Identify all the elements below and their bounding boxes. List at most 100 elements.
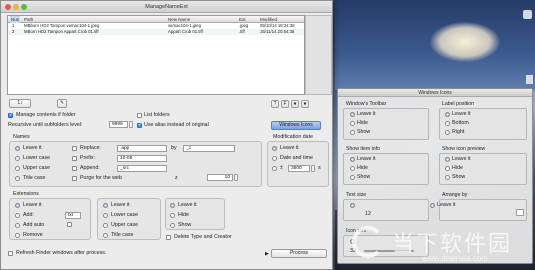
names-leave-radio[interactable] [15, 146, 20, 151]
labelpos-leave-radio[interactable] [445, 112, 450, 117]
ext-vis-show-radio[interactable] [170, 223, 175, 228]
add-remove-button[interactable]: 1↕ [9, 99, 31, 108]
paint-icon[interactable]: ✎ [57, 99, 67, 108]
windows-icons-button[interactable]: Windows Icons [271, 121, 321, 130]
names-title-radio[interactable] [15, 176, 20, 181]
col-modified[interactable]: Modified [260, 16, 277, 23]
ext-case-title-label: Title case [111, 232, 134, 238]
text-size-value: 12 [365, 211, 371, 217]
toolbar-leave-radio[interactable] [350, 112, 355, 117]
preview-leave-radio[interactable] [445, 157, 450, 162]
mod-seconds-stepper[interactable] [311, 165, 315, 172]
star-icon[interactable]: ★ [291, 100, 299, 108]
zoom-icon[interactable] [21, 4, 27, 10]
prefix-label: Prefix: [80, 155, 96, 161]
toolbar-leave-label: Leave it [357, 111, 376, 117]
ext-addauto-checkbox[interactable] [67, 222, 72, 227]
preview-hide-label: Hide [452, 165, 463, 171]
cell-modified: 15/11/14 20:54:38 [260, 29, 295, 34]
file-table[interactable]: Nun Path New Name Ext Modified 1 MBborn … [7, 15, 305, 95]
replace-label: Replace: [80, 145, 101, 151]
col-nun[interactable]: Nun [10, 16, 21, 23]
ext-case-title-radio[interactable] [103, 233, 108, 238]
use-alias-checkbox[interactable] [137, 122, 142, 128]
main-window: ManageNameExt Nun Path New Name Ext Modi… [0, 0, 333, 270]
process-button[interactable]: Process [271, 249, 327, 258]
names-lower-label: Lower case [23, 155, 51, 161]
replace-field[interactable]: .app [117, 145, 167, 152]
f-button[interactable]: F [281, 100, 289, 108]
append-field[interactable]: _src [117, 165, 167, 172]
labelpos-right-label: Right [452, 129, 465, 135]
cell-ext: .tiff [239, 29, 245, 34]
toolbar-hide-label: Hide [357, 120, 368, 126]
star-icon-2[interactable]: ★ [301, 100, 309, 108]
col-path[interactable]: Path [24, 16, 33, 23]
preview-show-radio[interactable] [445, 175, 450, 180]
modification-title: Modification date [273, 134, 314, 140]
append-checkbox[interactable] [72, 166, 77, 171]
desktop-drive-icon[interactable] [523, 10, 532, 19]
labelpos-right-radio[interactable] [445, 130, 450, 135]
recursive-level-field[interactable]: 9999 [109, 121, 128, 128]
extensions-box [9, 198, 91, 240]
preview-hide-radio[interactable] [445, 166, 450, 171]
close-icon[interactable] [5, 4, 11, 10]
help-icon[interactable]: ? [271, 100, 279, 108]
col-ext[interactable]: Ext [239, 16, 246, 23]
list-folders-checkbox[interactable] [137, 113, 142, 118]
ext-case-lower-radio[interactable] [103, 213, 108, 218]
preview-leave-label: Leave it [452, 156, 471, 162]
prefix-field[interactable]: 10-08 [117, 155, 167, 162]
textsize-leave-radio[interactable] [350, 203, 355, 208]
main-titlebar[interactable]: ManageNameExt [1, 1, 332, 13]
mod-seconds-field[interactable]: 3600 [288, 165, 310, 172]
manage-contents-checkbox[interactable] [8, 112, 13, 118]
ext-addauto-radio[interactable] [15, 223, 20, 228]
refresh-finder-checkbox[interactable] [8, 251, 13, 256]
prefix-checkbox[interactable] [72, 156, 77, 161]
toolbar-show-radio[interactable] [350, 130, 355, 135]
iteminfo-leave-radio[interactable] [350, 157, 355, 162]
labelpos-bottom-radio[interactable] [445, 121, 450, 126]
ext-case-upper-radio[interactable] [103, 223, 108, 228]
ext-case-leave-radio[interactable] [103, 203, 108, 208]
arrange-popup[interactable] [516, 209, 524, 216]
ext-leave-radio[interactable] [15, 203, 20, 208]
iteminfo-show-radio[interactable] [350, 175, 355, 180]
desktop-file-icon[interactable] [526, 75, 533, 84]
names-upper-radio[interactable] [15, 166, 20, 171]
ext-remove-radio[interactable] [15, 233, 20, 238]
iteminfo-show-label: Show [357, 174, 371, 180]
ext-vis-leave-radio[interactable] [170, 203, 175, 208]
text-size-title: Text size [346, 192, 367, 198]
toolbar-hide-radio[interactable] [350, 121, 355, 126]
by-field[interactable]: _c [183, 145, 235, 152]
mod-plus-radio[interactable] [272, 166, 277, 171]
mod-seconds-unit: s [318, 165, 321, 171]
mod-leave-radio[interactable] [272, 146, 277, 151]
mod-datetime-radio[interactable] [272, 156, 277, 161]
minimize-icon[interactable] [13, 4, 19, 10]
ext-case-lower-label: Lower case [111, 212, 139, 218]
table-header: Nun Path New Name Ext Modified [8, 16, 304, 23]
z-field[interactable]: 10 [207, 174, 233, 181]
purge-label: Purge for the web [80, 175, 122, 181]
ext-add-field[interactable]: txt [65, 212, 81, 219]
table-row[interactable]: 2 MBorn HD2 Tampon Appart Crob 01.tiff A… [8, 29, 304, 35]
delete-type-checkbox[interactable] [166, 235, 171, 240]
names-lower-radio[interactable] [15, 156, 20, 161]
labelpos-bottom-label: Bottom [452, 120, 469, 126]
purge-checkbox[interactable] [72, 176, 77, 181]
arrange-leave-radio[interactable] [430, 203, 435, 208]
col-new-name[interactable]: New Name [168, 16, 190, 23]
ext-add-radio[interactable] [15, 213, 20, 218]
iteminfo-hide-radio[interactable] [350, 166, 355, 171]
recursive-stepper[interactable] [129, 121, 133, 128]
z-stepper[interactable] [234, 174, 238, 181]
side-scroll-area[interactable] [305, 15, 332, 95]
replace-checkbox[interactable] [72, 146, 77, 151]
delete-type-label: Delete Type and Creator [174, 234, 232, 240]
ext-vis-hide-radio[interactable] [170, 213, 175, 218]
panel-title[interactable]: Windows Icons [338, 89, 532, 97]
